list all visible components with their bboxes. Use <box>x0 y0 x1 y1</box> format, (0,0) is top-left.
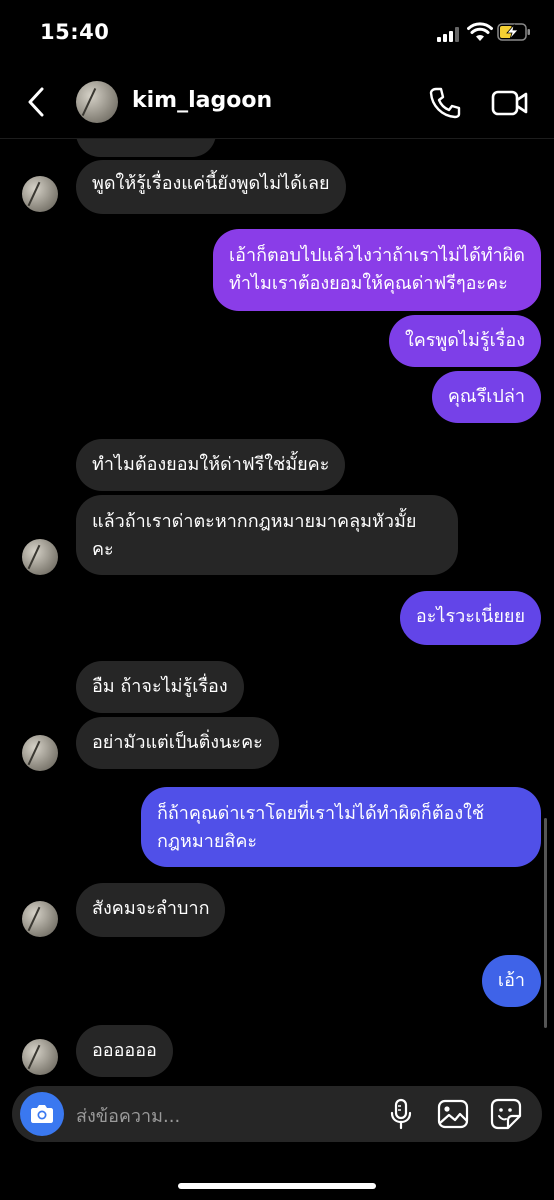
sender-avatar <box>22 901 58 937</box>
outgoing-message: ใครพูดไม่รู้เรื่อง <box>388 315 541 367</box>
outgoing-message: เอ้าก็ตอบไปแล้วไงว่าถ้าเราไม่ได้ทำผิด ทำ… <box>213 229 541 311</box>
back-icon[interactable] <box>22 84 52 120</box>
chat-header: kim_lagoon <box>0 66 554 139</box>
message-bubble-partial <box>76 139 216 157</box>
outgoing-message-line: ก็ถ้าคุณด่าเราโดยที่เราไม่ได้ทำผิดก็ต้อง… <box>157 803 485 824</box>
camera-icon <box>31 1105 53 1123</box>
message-composer[interactable]: ส่งข้อความ... <box>12 1086 542 1142</box>
microphone-icon[interactable] <box>388 1098 414 1130</box>
scrollbar[interactable] <box>544 818 547 1028</box>
battery-charging-icon <box>497 23 530 41</box>
incoming-message: สังคมจะลำบาก <box>76 883 226 937</box>
outgoing-message: ก็ถ้าคุณด่าเราโดยที่เราไม่ได้ทำผิดก็ต้อง… <box>141 787 541 867</box>
sender-avatar <box>22 735 58 771</box>
incoming-message-line: คะ <box>92 539 114 560</box>
incoming-message: แล้วถ้าเราด่าตะหากกฎหมายมาคลุมหัวมั้ย คะ <box>76 495 458 575</box>
incoming-message: อืม ถ้าจะไม่รู้เรื่อง <box>76 661 244 713</box>
camera-button[interactable] <box>20 1092 64 1136</box>
outgoing-message-line: เอ้าก็ตอบไปแล้วไงว่าถ้าเราไม่ได้ทำผิด <box>229 245 525 266</box>
sender-avatar <box>22 1039 58 1075</box>
status-bar: 15:40 <box>0 0 554 66</box>
gallery-icon[interactable] <box>437 1099 469 1129</box>
video-camera-icon[interactable] <box>490 86 530 120</box>
incoming-message: ทำไมต้องยอมให้ด่าฟรีใช่มั้ยคะ <box>76 439 346 491</box>
sticker-icon[interactable] <box>490 1098 522 1130</box>
profile-avatar[interactable] <box>76 81 118 123</box>
incoming-message: พูดให้รู้เรื่องแค่นี้ยังพูดไม่ได้เลย <box>76 160 346 214</box>
status-time: 15:40 <box>40 20 110 44</box>
incoming-message-line: แล้วถ้าเราด่าตะหากกฎหมายมาคลุมหัวมั้ย <box>92 511 417 532</box>
phone-icon[interactable] <box>428 86 462 120</box>
outgoing-message: คุณรึเปล่า <box>431 371 541 423</box>
outgoing-message-line: ทำไมเราต้องยอมให้คุณด่าฟรีๆอะคะ <box>229 273 508 294</box>
sender-avatar <box>22 539 58 575</box>
message-list[interactable]: พูดให้รู้เรื่องแค่นี้ยังพูดไม่ได้เลย เอ้… <box>0 139 554 1085</box>
cellular-signal-icon <box>437 26 461 42</box>
incoming-message: อย่ามัวแต่เป็นติ่งนะคะ <box>76 717 279 769</box>
message-input[interactable]: ส่งข้อความ... <box>76 1101 180 1130</box>
sender-avatar <box>22 176 58 212</box>
outgoing-message-line: กฎหมายสิคะ <box>157 831 258 852</box>
outgoing-message: อะไรวะเนี่ยยย <box>399 591 541 645</box>
outgoing-message: เอ้า <box>481 955 541 1007</box>
username[interactable]: kim_lagoon <box>132 88 272 113</box>
home-indicator[interactable] <box>178 1183 376 1189</box>
incoming-message: ออออออ <box>76 1025 173 1077</box>
wifi-icon <box>467 22 493 41</box>
